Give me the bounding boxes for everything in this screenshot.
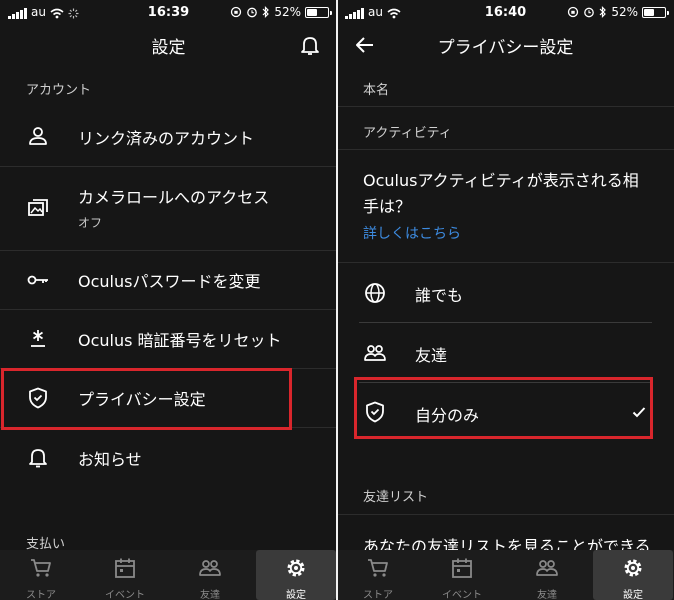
status-bar: au 16:39 52% (0, 0, 337, 26)
section-header-real-name: 本名 (363, 83, 390, 98)
status-bar: au 16:40 52% (337, 0, 674, 26)
calendar-icon (452, 558, 472, 578)
divider (337, 514, 674, 515)
header: プライバシー設定 (337, 26, 674, 66)
gear-icon (624, 559, 642, 577)
tab-store[interactable]: ストア (338, 550, 418, 600)
tab-settings[interactable]: 設定 (256, 550, 336, 600)
tab-events[interactable]: イベント (422, 550, 502, 600)
tab-events[interactable]: イベント (85, 550, 165, 600)
people-icon (364, 345, 386, 361)
camera-roll-access-label: カメラロールへのアクセス (78, 188, 270, 207)
tab-friends[interactable]: 友達 (507, 550, 587, 600)
settings-screen: au 16:39 52% 設定 アカウント リンク済みのアカウント カメラロール… (0, 0, 337, 600)
orientation-lock-icon (231, 6, 242, 18)
bell-icon[interactable] (299, 34, 321, 56)
key-icon (27, 275, 48, 285)
reset-pin-label: Oculus 暗証番号をリセット (78, 331, 282, 350)
battery-percent: 52% (274, 5, 301, 19)
option-everyone-label: 誰でも (415, 286, 464, 305)
section-header-friends-list: 友達リスト (363, 490, 429, 505)
tab-settings-label: 設定 (623, 590, 643, 600)
divider (337, 106, 674, 107)
battery-icon (305, 6, 332, 18)
activity-question-line2: 手は？ (363, 197, 412, 216)
tab-friends[interactable]: 友達 (170, 550, 250, 600)
tab-store[interactable]: ストア (1, 550, 81, 600)
divider (337, 149, 674, 150)
linked-accounts-item[interactable]: リンク済みのアカウント (0, 106, 337, 166)
option-friends-label: 友達 (415, 346, 448, 365)
tab-events-label: イベント (105, 590, 145, 600)
activity-question-line1: Oculusアクティビティが表示される相 (363, 171, 639, 190)
highlight-box (1, 368, 292, 430)
alarm-icon (584, 7, 595, 18)
tab-store-label: ストア (26, 590, 56, 600)
change-password-label: Oculusパスワードを変更 (78, 272, 261, 291)
learn-more-link[interactable]: 詳しくはこちら (363, 223, 461, 243)
section-header-account: アカウント (26, 83, 92, 98)
notifications-item[interactable]: お知らせ (0, 428, 337, 488)
notifications-label: お知らせ (78, 450, 142, 469)
privacy-settings-screen: au 16:40 52% プライバシー設定 本名 アクティビティ Oculusア… (337, 0, 674, 600)
tab-events-label: イベント (442, 590, 482, 600)
option-friends[interactable]: 友達 (337, 323, 674, 382)
bluetooth-icon (262, 6, 270, 18)
tab-settings-label: 設定 (286, 590, 306, 600)
calendar-icon (115, 558, 135, 578)
camera-roll-access-item[interactable]: カメラロールへのアクセス オフ (0, 167, 337, 250)
change-password-item[interactable]: Oculusパスワードを変更 (0, 251, 337, 309)
screenshot-divider (336, 0, 338, 600)
tab-settings[interactable]: 設定 (593, 550, 673, 600)
reset-pin-item[interactable]: Oculus 暗証番号をリセット (0, 310, 337, 368)
asterisk-icon (31, 330, 45, 347)
globe-icon (365, 283, 385, 303)
page-title: 設定 (151, 38, 186, 58)
option-everyone[interactable]: 誰でも (337, 263, 674, 322)
tab-store-label: ストア (363, 590, 393, 600)
highlight-box (354, 377, 653, 439)
bluetooth-icon (599, 6, 607, 18)
tab-bar: ストア イベント 友達 設定 (337, 550, 674, 600)
section-header-activity: アクティビティ (363, 126, 452, 141)
people-icon (536, 560, 558, 576)
orientation-lock-icon (568, 6, 579, 18)
alarm-icon (247, 7, 258, 18)
tab-bar: ストア イベント 友達 設定 (0, 550, 337, 600)
cart-icon (31, 559, 51, 577)
linked-accounts-label: リンク済みのアカウント (78, 129, 255, 148)
page-title: プライバシー設定 (437, 38, 574, 58)
cart-icon (368, 559, 388, 577)
battery-percent: 52% (611, 5, 638, 19)
person-icon (29, 127, 47, 145)
tab-friends-label: 友達 (200, 590, 220, 600)
bell-icon (29, 449, 47, 468)
camera-roll-access-status: オフ (78, 216, 103, 230)
people-icon (199, 560, 221, 576)
tab-friends-label: 友達 (537, 590, 557, 600)
gear-icon (287, 559, 305, 577)
battery-icon (642, 6, 669, 18)
photos-icon (28, 199, 48, 216)
header: 設定 (0, 26, 337, 66)
